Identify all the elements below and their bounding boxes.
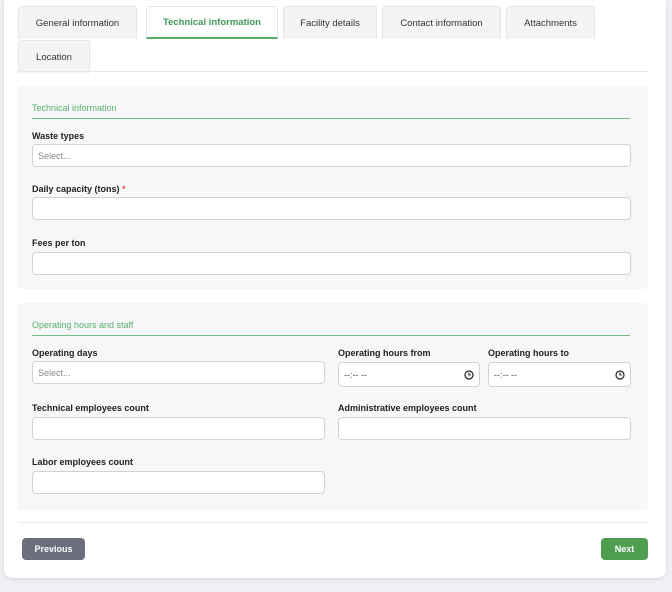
administrative-employees-input[interactable] [338,417,631,440]
hours-to-label: Operating hours to [488,348,569,358]
hours-from-input[interactable]: --:-- -- [338,362,480,387]
clock-icon[interactable] [615,369,625,380]
operating-days-label: Operating days [32,348,98,358]
tab-location[interactable]: Location [18,40,90,73]
section-divider [32,118,630,119]
tab-general-information[interactable]: General information [18,6,137,39]
tab-label: General information [35,17,120,29]
hours-from-value: --:-- -- [344,369,367,380]
waste-types-select[interactable]: Select... [32,144,631,167]
next-button[interactable]: Next [601,538,648,560]
administrative-employees-label: Administrative employees count [338,403,477,413]
tab-label: Attachments [524,17,577,29]
waste-types-placeholder: Select... [38,150,71,161]
section-title: Operating hours and staff [32,320,134,330]
tab-facility-details[interactable]: Facility details [283,6,377,39]
previous-button[interactable]: Previous [22,538,85,560]
waste-types-label: Waste types [32,131,85,141]
hours-from-label: Operating hours from [338,348,431,358]
tab-technical-information[interactable]: Technical information [146,6,278,39]
tab-label: Location [36,51,72,63]
operating-days-placeholder: Select... [38,367,71,378]
technical-employees-input[interactable] [32,417,325,440]
tabs-divider [18,71,648,72]
section-title: Technical information [32,103,117,113]
tab-attachments[interactable]: Attachments [506,6,595,39]
tab-label: Contact information [400,17,483,29]
tab-contact-information[interactable]: Contact information [382,6,501,39]
hours-to-input[interactable]: --:-- -- [488,362,631,387]
hours-to-value: --:-- -- [494,369,517,380]
tab-label: Technical information [162,16,261,28]
labor-employees-label: Labor employees count [32,457,134,467]
operating-days-select[interactable]: Select... [32,361,325,384]
technical-information-section: Technical information Waste types Select… [18,86,648,289]
daily-capacity-input[interactable] [32,197,631,220]
footer-divider [18,522,648,523]
section-divider [32,335,630,336]
fees-per-ton-label: Fees per ton [32,238,86,248]
labor-employees-input[interactable] [32,471,325,494]
clock-icon[interactable] [464,369,474,380]
daily-capacity-label-text: Daily capacity (tons) [32,184,120,194]
technical-employees-label: Technical employees count [32,403,149,413]
daily-capacity-label: Daily capacity (tons) * [32,184,126,194]
fees-per-ton-input[interactable] [32,252,631,275]
operating-hours-section: Operating hours and staff Operating days… [18,303,648,510]
tab-label: Facility details [300,17,360,29]
required-marker: * [122,184,126,194]
